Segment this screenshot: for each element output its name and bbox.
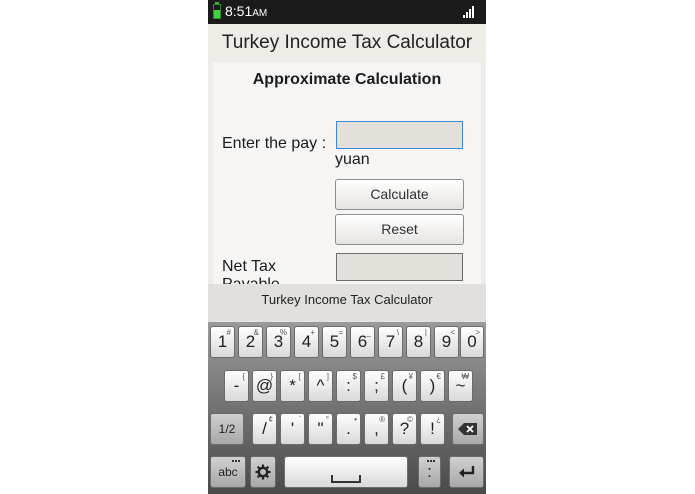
abc-key[interactable]: abc <box>210 456 246 488</box>
key-secondary: $ <box>352 372 357 381</box>
gear-icon <box>255 464 271 480</box>
key-colon[interactable]: $: <box>336 370 361 402</box>
key-4[interactable]: +4 <box>294 326 319 358</box>
key-secondary: [ <box>298 372 301 381</box>
key-2[interactable]: & 2 <box>238 326 263 358</box>
key-label: 1/2 <box>218 422 236 436</box>
key-3[interactable]: % 3 <box>266 326 291 358</box>
keyboard-suggestion-bar: Turkey Income Tax Calculator <box>208 284 486 322</box>
key-0[interactable]: >0 <box>460 326 484 358</box>
reset-button[interactable]: Reset <box>335 214 464 245</box>
space-key[interactable] <box>284 456 408 488</box>
key-secondary: © <box>407 415 413 424</box>
key-secondary: = <box>338 328 343 337</box>
key-8[interactable]: | 8 <box>406 326 431 358</box>
key-secondary: ¿ <box>436 415 441 424</box>
key-close-paren[interactable]: €) <box>420 370 445 402</box>
key-open-paren[interactable]: ¥( <box>392 370 417 402</box>
key-semicolon[interactable]: £; <box>364 370 389 402</box>
clock-time: 8:51 <box>225 3 253 19</box>
space-bar-icon <box>331 475 361 483</box>
unit-label: yuan <box>335 151 370 168</box>
key-secondary: ° <box>325 415 329 424</box>
enter-key[interactable] <box>449 456 484 488</box>
colon-key[interactable]: : <box>418 456 441 488</box>
key-asterisk[interactable]: [* <box>280 370 305 402</box>
key-apostrophe[interactable]: ` ' <box>280 413 305 445</box>
phone-screen: 8:51AM Turkey Income Tax Calculator Appr… <box>208 0 486 494</box>
key-secondary: ¢ <box>268 415 273 424</box>
key-secondary: ® <box>379 415 385 424</box>
settings-key[interactable] <box>250 456 276 488</box>
backspace-icon <box>458 423 477 435</box>
key-secondary: \ <box>396 328 399 337</box>
key-secondary: ¥ <box>408 372 413 381</box>
key-secondary: } <box>270 372 273 381</box>
pay-label: Enter the pay : <box>222 135 327 152</box>
battery-icon <box>213 2 221 19</box>
key-secondary: { <box>242 372 245 381</box>
key-secondary: € <box>436 372 441 381</box>
net-tax-label-line1: Net Tax <box>222 258 276 275</box>
key-secondary: & <box>253 328 259 337</box>
key-quote[interactable]: ° " <box>308 413 333 445</box>
key-question[interactable]: ©? <box>392 413 417 445</box>
pay-input[interactable] <box>336 121 463 149</box>
key-secondary: + <box>310 328 315 337</box>
key-exclamation[interactable]: ¿! <box>420 413 445 445</box>
backspace-key[interactable] <box>452 413 484 445</box>
calculator-form: Approximate Calculation Enter the pay : … <box>213 62 481 293</box>
key-dash[interactable]: {- <box>224 370 249 402</box>
signal-strength-icon <box>463 6 477 18</box>
key-label: : <box>427 462 432 481</box>
key-secondary: £ <box>380 372 385 381</box>
clock-ampm: AM <box>252 8 268 19</box>
enter-icon <box>458 466 474 478</box>
key-label: abc <box>218 465 238 479</box>
key-secondary: % <box>279 328 287 337</box>
shift-page-key[interactable]: 1/2 <box>210 413 244 445</box>
net-tax-output <box>336 253 463 281</box>
key-6[interactable]: _ 6 <box>350 326 375 358</box>
calculate-button[interactable]: Calculate <box>335 179 464 210</box>
key-secondary: < <box>450 328 455 337</box>
key-slash[interactable]: ¢ / <box>252 413 277 445</box>
key-9[interactable]: <9 <box>434 326 459 358</box>
key-at[interactable]: } @ <box>252 370 277 402</box>
key-period[interactable]: •. <box>336 413 361 445</box>
key-tilde[interactable]: ₩ ~ <box>448 370 473 402</box>
virtual-keyboard: #1 & 2 % 3 +4 = 5 _ 6 \ 7 | 8 <9 >0 {- } @ [* ]… <box>208 322 486 494</box>
key-secondary: # <box>226 328 231 337</box>
key-secondary: _ <box>366 328 371 337</box>
key-secondary: ` <box>298 415 301 424</box>
key-secondary: • <box>354 415 357 424</box>
key-comma[interactable]: ®, <box>364 413 389 445</box>
app-title: Turkey Income Tax Calculator <box>221 32 473 53</box>
key-5[interactable]: = 5 <box>322 326 347 358</box>
key-7[interactable]: \ 7 <box>378 326 403 358</box>
status-bar: 8:51AM <box>208 0 486 24</box>
key-caret[interactable]: ] ^ <box>308 370 333 402</box>
key-secondary: > <box>475 328 480 337</box>
form-heading: Approximate Calculation <box>252 71 442 88</box>
key-1[interactable]: #1 <box>210 326 235 358</box>
key-secondary: | <box>424 328 427 337</box>
key-secondary: ₩ <box>461 372 469 381</box>
status-time: 8:51AM <box>225 3 267 19</box>
key-secondary: ] <box>326 372 329 381</box>
